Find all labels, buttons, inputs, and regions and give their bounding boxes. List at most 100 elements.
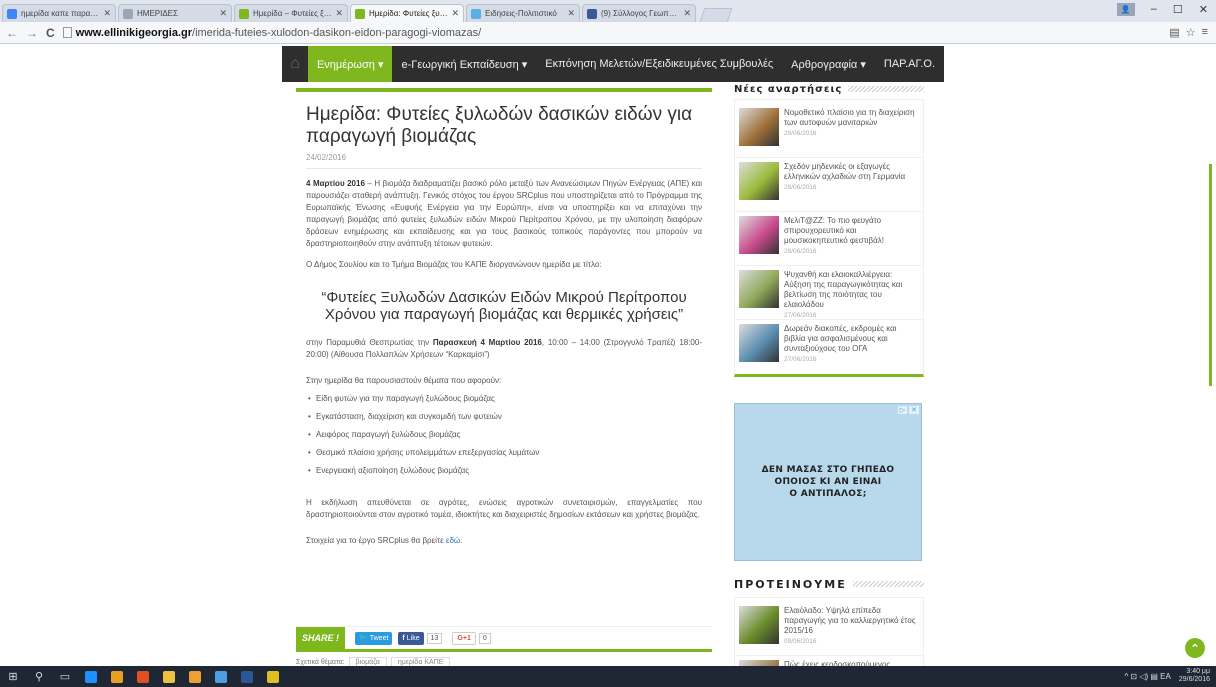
- close-window-button[interactable]: ✕: [1199, 3, 1208, 16]
- taskbar-app[interactable]: [130, 666, 156, 687]
- post-title[interactable]: Δωρεάν διακοπές, εκδρομές και βιβλία για…: [784, 324, 919, 354]
- app-icon: [241, 670, 253, 683]
- advertisement[interactable]: ▷ ✕ ΔΕΝ ΜΑΣΑΣ ΣΤΟ ΓΗΠΕΔΟ ΟΠΟΙΟΣ ΚΙ ΑΝ ΕΙ…: [734, 403, 922, 561]
- post-thumbnail[interactable]: [739, 108, 779, 146]
- ad-line-1: ΔΕΝ ΜΑΣΑΣ ΣΤΟ ΓΗΠΕΔΟ: [761, 465, 895, 475]
- sidebar-post[interactable]: Δωρεάν διακοπές, εκδρομές και βιβλία για…: [735, 320, 923, 374]
- profile-icon[interactable]: 👤: [1116, 3, 1135, 16]
- taskbar-app[interactable]: [104, 666, 130, 687]
- taskbar-app[interactable]: [156, 666, 182, 687]
- browser-tab[interactable]: Ειδησεις-Πολιτιστικό ✕: [466, 4, 580, 22]
- scroll-to-top-button[interactable]: ⌃: [1185, 638, 1205, 658]
- heading-stripes: [848, 86, 924, 92]
- taskbar-app[interactable]: [260, 666, 286, 687]
- tweet-button[interactable]: 🐦 Tweet: [355, 631, 393, 645]
- browser-tab[interactable]: ημερίδα καπε παραμυθι ✕: [2, 4, 116, 22]
- post-title[interactable]: ΜελιΤ@ZZ: Το πιο φευγάτο σπιρουχορευτικό…: [784, 216, 919, 246]
- post-title[interactable]: Σχεδόν μηδενικές οι εξαγωγές ελληνικών α…: [784, 162, 919, 182]
- url-path: /imerida-futeies-xulodon-dasikon-eidon-p…: [192, 26, 482, 39]
- sidebar-post[interactable]: Ελαιόλαδο: Υψηλά επίπεδα παραγωγής για τ…: [735, 602, 923, 656]
- site-navigation: ⌂ Ενημέρωση ▾ e-Γεωργική Εκπαίδευση ▾ Εκπό…: [282, 46, 944, 82]
- url-field[interactable]: www.ellinikigeorgia.gr /imerida-futeies-…: [62, 26, 482, 39]
- taskbar-app[interactable]: [208, 666, 234, 687]
- post-info: Νομοθετικό πλαίσιο για τη διαχείριση των…: [784, 108, 919, 153]
- ad-close-icon[interactable]: ✕: [909, 406, 919, 414]
- menu-icon[interactable]: ≡: [1202, 26, 1208, 39]
- sidebar-post[interactable]: ΜελιΤ@ZZ: Το πιο φευγάτο σπιρουχορευτικό…: [735, 212, 923, 266]
- app-icon: [215, 670, 227, 683]
- bookmark-star-icon[interactable]: ☆: [1186, 26, 1196, 39]
- translate-icon[interactable]: ▤: [1169, 26, 1179, 39]
- sidebar-post[interactable]: Νομοθετικό πλαίσιο για τη διαχείριση των…: [735, 104, 923, 158]
- browser-tab[interactable]: Ημερίδα: Φυτείες ξυλωδ ✕: [350, 4, 464, 22]
- topic-item: Αειφόρος παραγωγή ξυλώδους βιομάζας: [306, 429, 702, 441]
- reload-icon[interactable]: C: [46, 26, 55, 40]
- post-title[interactable]: Ελαιόλαδο: Υψηλά επίπεδα παραγωγής για τ…: [784, 606, 919, 636]
- article-lead: 4 Μαρτίου 2016 – Η βιομάζα διαδραματίζει…: [306, 178, 702, 250]
- new-tab-button[interactable]: [699, 8, 733, 22]
- article: Ημερίδα: Φυτείες ξυλωδών δασικών ειδών γ…: [296, 88, 712, 654]
- tab-close-icon[interactable]: ✕: [103, 8, 111, 19]
- nav-item[interactable]: e-Γεωργική Εκπαίδευση ▾: [392, 46, 536, 82]
- browser-tab[interactable]: (9) Σύλλογος Γεωπόνων ✕: [582, 4, 696, 22]
- nav-item[interactable]: Αρθρογραφία ▾: [782, 46, 875, 82]
- maximize-button[interactable]: ☐: [1173, 3, 1183, 16]
- page-scrollbar[interactable]: [1209, 164, 1212, 386]
- app-icon: [85, 670, 97, 683]
- post-date: 28/06/2016: [784, 248, 817, 255]
- post-date: 27/06/2016: [784, 312, 817, 319]
- tab-close-icon[interactable]: ✕: [335, 8, 343, 19]
- tab-close-icon[interactable]: ✕: [683, 8, 691, 19]
- nav-item[interactable]: Εκπόνηση Μελετών/Εξειδικευμένες Συμβουλέ…: [536, 46, 782, 82]
- taskbar-app[interactable]: [182, 666, 208, 687]
- minimize-button[interactable]: –: [1151, 3, 1157, 16]
- post-thumbnail[interactable]: [739, 162, 779, 200]
- twitter-icon: 🐦: [359, 635, 368, 642]
- nav-item[interactable]: ΠΑΡ.ΑΓ.Ο.: [875, 46, 944, 82]
- task-view-icon[interactable]: ▭: [52, 666, 78, 687]
- taskbar-app[interactable]: [234, 666, 260, 687]
- search-icon[interactable]: ⚲: [26, 666, 52, 687]
- article-organizers: Ο Δήμος Σουλίου και το Τμήμα Βιομάζας το…: [306, 260, 602, 269]
- start-icon[interactable]: ⊞: [0, 666, 26, 687]
- post-title[interactable]: Νομοθετικό πλαίσιο για τη διαχείριση των…: [784, 108, 919, 128]
- adchoices-icon[interactable]: ▷: [897, 406, 908, 414]
- post-thumbnail[interactable]: [739, 216, 779, 254]
- clock-time: 3:40 μμ: [1186, 668, 1210, 675]
- post-info: Δωρεάν διακοπές, εκδρομές και βιβλία για…: [784, 324, 919, 370]
- forward-icon[interactable]: →: [26, 26, 38, 40]
- google-plus-button[interactable]: G+1: [452, 631, 476, 645]
- facebook-icon: f: [402, 634, 405, 642]
- tray-icons[interactable]: ^ ⊡ ◁) ▤ EA: [1124, 672, 1170, 681]
- window-controls: 👤 – ☐ ✕: [1116, 3, 1208, 16]
- sidebar-post[interactable]: Σχεδόν μηδενικές οι εξαγωγές ελληνικών α…: [735, 158, 923, 212]
- post-thumbnail[interactable]: [739, 606, 779, 644]
- home-icon[interactable]: ⌂: [282, 46, 308, 82]
- topics-list: Είδη φυτών για την παραγωγή ξυλώδους βιο…: [306, 393, 702, 477]
- clock[interactable]: 3:40 μμ 29/6/2016: [1179, 668, 1210, 684]
- nav-item[interactable]: Ενημέρωση ▾: [307, 46, 393, 82]
- recent-heading-text: Νέες αναρτήσεις: [734, 83, 843, 95]
- recent-heading: Νέες αναρτήσεις: [734, 82, 924, 96]
- share-label: SHARE !: [296, 627, 346, 649]
- post-title[interactable]: Ψυχανθή και ελαιοκαλλιέργεια: Αύξηση της…: [784, 270, 919, 310]
- app-icon: [163, 670, 175, 683]
- post-thumbnail[interactable]: [739, 270, 779, 308]
- lead-text: – Η βιομάζα διαδραματίζει βασικό ρόλο με…: [306, 179, 703, 248]
- sidebar-post[interactable]: Ψυχανθή και ελαιοκαλλιέργεια: Αύξηση της…: [735, 266, 923, 320]
- back-icon[interactable]: ←: [6, 26, 18, 40]
- taskbar-app[interactable]: [78, 666, 104, 687]
- article-more: Στοιχεία για το έργο SRCplus θα βρείτε ε…: [306, 535, 702, 547]
- recent-posts: Νομοθετικό πλαίσιο για τη διαχείριση των…: [734, 99, 924, 377]
- browser-tab[interactable]: ΗΜΕΡΙΔΕΣ ✕: [118, 4, 232, 22]
- browser-tab[interactable]: Ημερίδα – Φυτείες ξυλωδ✕: [234, 4, 348, 22]
- facebook-like-button[interactable]: f Like: [398, 631, 424, 645]
- tab-close-icon[interactable]: ✕: [567, 8, 575, 19]
- tab-close-icon[interactable]: ✕: [451, 8, 459, 19]
- srcplus-link[interactable]: εδώ: [446, 536, 460, 545]
- article-audience: Η εκδήλωση απευθύνεται σε αγρότες, ενώσε…: [306, 498, 702, 519]
- tab-close-icon[interactable]: ✕: [219, 8, 227, 19]
- post-thumbnail[interactable]: [739, 324, 779, 362]
- event-venue: στην Παραμυθιά Θεσπρωτίας την Παρασκευή …: [306, 337, 702, 361]
- app-icon: [137, 670, 149, 683]
